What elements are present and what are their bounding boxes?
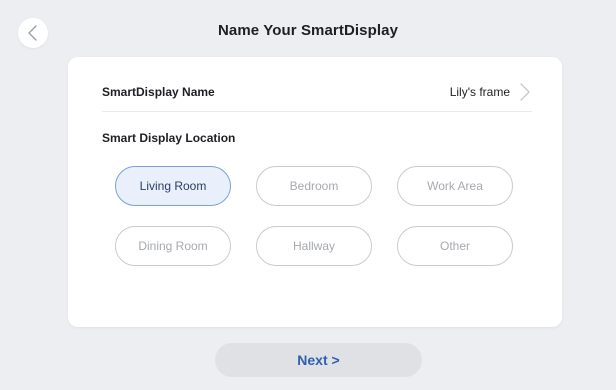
location-option-work-area[interactable]: Work Area: [397, 166, 513, 206]
location-option-bedroom[interactable]: Bedroom: [256, 166, 372, 206]
location-option-hallway[interactable]: Hallway: [256, 226, 372, 266]
page-title: Name Your SmartDisplay: [217, 22, 399, 39]
location-options: Living Room Bedroom Work Area Dining Roo…: [115, 166, 513, 266]
chevron-right-icon: [518, 82, 532, 102]
smartdisplay-name-value: Lily's frame: [449, 85, 510, 99]
smartdisplay-name-row[interactable]: SmartDisplay Name Lily's frame: [102, 73, 532, 112]
settings-card: SmartDisplay Name Lily's frame Smart Dis…: [68, 57, 562, 327]
location-option-other[interactable]: Other: [397, 226, 513, 266]
smartdisplay-name-value-group: Lily's frame: [450, 82, 532, 102]
location-option-living-room[interactable]: Living Room: [115, 166, 231, 206]
location-label: Smart Display Location: [102, 131, 236, 145]
next-button[interactable]: Next >: [215, 343, 422, 377]
location-option-dining-room[interactable]: Dining Room: [115, 226, 231, 266]
screen: Name Your SmartDisplay SmartDisplay Name…: [0, 0, 616, 390]
smartdisplay-name-label: SmartDisplay Name: [102, 85, 215, 99]
